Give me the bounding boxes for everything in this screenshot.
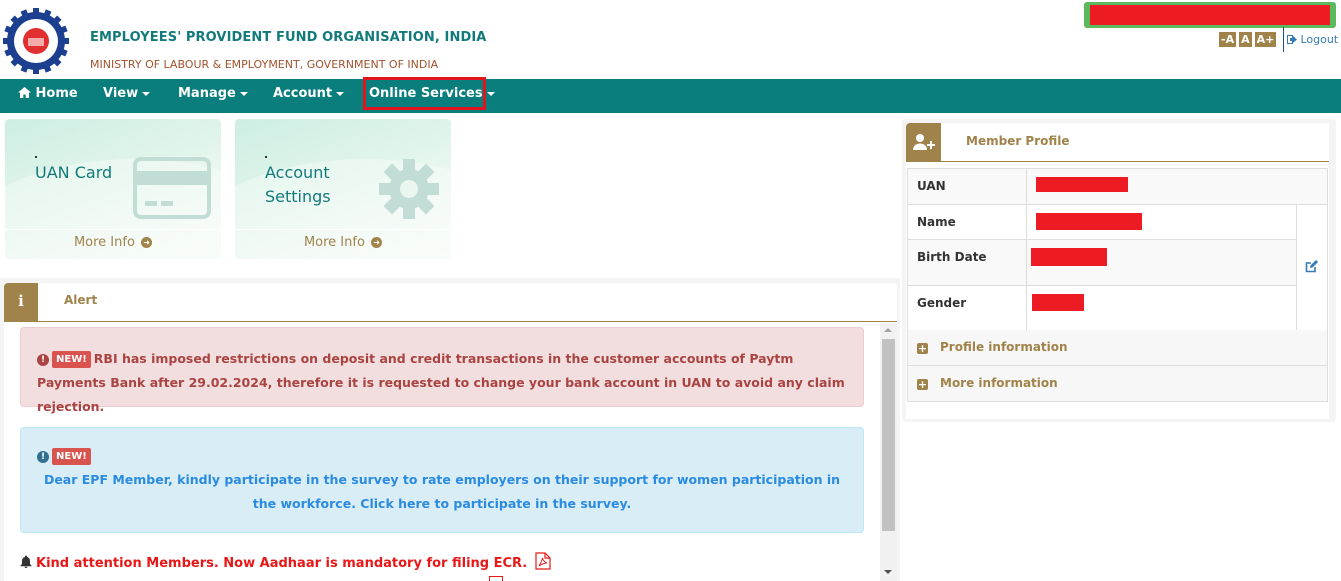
profile-information-label: Profile information [940, 340, 1068, 354]
uan-card-more-info-link[interactable]: More Info ➜ [5, 229, 221, 259]
alert-scroll-area[interactable]: ! NEW! RBI has imposed restrictions on dep… [4, 323, 880, 581]
redacted-birth-date [1031, 248, 1107, 266]
uan-label: UAN [907, 168, 1027, 205]
credit-card-icon [133, 157, 211, 219]
nav-view[interactable]: View [103, 79, 151, 113]
caret-down-icon [486, 91, 495, 96]
table-row: Name [907, 204, 1328, 331]
survey-alert[interactable]: ! NEW! Dear EPF Member, kindly participat… [20, 427, 864, 533]
paytm-alert-text: RBI has imposed restrictions on deposit … [37, 351, 845, 414]
user-name-box [1084, 2, 1336, 28]
birth-date-label: Birth Date [907, 239, 1027, 286]
aadhaar-notice-text: Kind attention Members. Now Aadhaar is m… [36, 556, 528, 571]
home-icon [18, 87, 31, 98]
pdf-icon[interactable] [489, 576, 503, 581]
user-plus-icon [906, 123, 941, 162]
tile-title-line: Account [265, 163, 330, 182]
account-settings-tile[interactable]: Account Settings More Info ➜ [235, 119, 451, 259]
table-row: Birth Date [907, 239, 1328, 286]
scroll-up-arrow-icon[interactable] [884, 328, 892, 332]
nav-home-label: Home [35, 86, 78, 101]
org-title: EMPLOYEES' PROVIDENT FUND ORGANISATION, … [90, 30, 487, 45]
pdf-icon[interactable] [535, 552, 551, 570]
caret-down-icon [239, 91, 248, 96]
nav-account[interactable]: Account [273, 79, 345, 113]
member-profile-header: Member Profile [906, 123, 1329, 162]
uan-card-tile[interactable]: UAN Card More Info ➜ [5, 119, 221, 259]
scrollbar-thumb[interactable] [882, 339, 895, 531]
font-decrease-button[interactable]: -A [1219, 32, 1237, 47]
tile-dot [265, 156, 267, 158]
nav-home[interactable]: Home [18, 79, 78, 113]
tile-title: Account Settings [265, 161, 331, 209]
header-divider [1283, 27, 1284, 52]
sign-out-icon [1287, 35, 1297, 44]
new-badge: NEW! [52, 351, 91, 368]
alert-panel-header: i Alert [4, 283, 897, 322]
birth-date-value [1026, 239, 1297, 286]
name-label: Name [907, 204, 1027, 240]
alert-panel: i Alert ! NEW! RBI has imposed restriction… [4, 283, 897, 581]
plus-square-icon: + [917, 342, 928, 355]
paytm-alert: ! NEW! RBI has imposed restrictions on dep… [20, 327, 864, 414]
info-icon: i [4, 283, 38, 322]
edit-icon[interactable] [1305, 259, 1318, 273]
table-row: Gender [907, 285, 1328, 331]
gender-value [1026, 285, 1297, 331]
tile-title-line: Settings [265, 187, 331, 206]
gear-icon [379, 159, 439, 219]
member-profile-title: Member Profile [966, 134, 1070, 148]
caret-down-icon [336, 91, 345, 96]
redacted-uan [1036, 177, 1128, 192]
font-reset-button[interactable]: A [1239, 32, 1252, 47]
nav-manage[interactable]: Manage [178, 79, 248, 113]
member-profile-table: UAN Name Birth Date Gender [907, 168, 1328, 331]
tile-dot [35, 156, 37, 158]
bell-icon [20, 555, 32, 568]
logout-label: Logout [1300, 33, 1339, 46]
font-increase-button[interactable]: A+ [1254, 32, 1277, 47]
scroll-down-arrow-icon[interactable] [884, 570, 892, 574]
epfo-emblem-icon[interactable] [3, 8, 69, 74]
more-info-label: More Info [73, 235, 135, 250]
exclamation-circle-icon: ! [37, 451, 49, 463]
org-subtitle: MINISTRY OF LABOUR & EMPLOYMENT, GOVERNM… [90, 58, 439, 71]
nav-account-label: Account [273, 86, 333, 101]
more-information-toggle[interactable]: + More information [907, 366, 1328, 402]
exclamation-circle-icon: ! [37, 354, 49, 366]
more-information-label: More information [940, 376, 1058, 390]
nav-manage-label: Manage [178, 86, 236, 101]
logout-link[interactable]: Logout [1287, 33, 1338, 46]
survey-link[interactable]: Dear EPF Member, kindly participate in t… [37, 468, 847, 516]
new-badge: NEW! [52, 448, 91, 465]
redacted-name [1036, 213, 1142, 230]
font-size-controls: -A A A+ [1219, 32, 1277, 47]
edit-cell [1296, 204, 1328, 331]
redacted-user-name [1090, 5, 1330, 25]
profile-information-toggle[interactable]: + Profile information [907, 330, 1328, 366]
aadhaar-notice: Kind attention Members. Now Aadhaar is m… [20, 552, 551, 571]
table-row: UAN [907, 168, 1328, 205]
tile-title: UAN Card [35, 161, 112, 185]
plus-square-icon: + [917, 378, 928, 391]
site-header: EMPLOYEES' PROVIDENT FUND ORGANISATION, … [0, 0, 1341, 79]
more-info-label: More Info [303, 235, 365, 250]
alert-scrollbar[interactable] [880, 323, 897, 581]
main-navbar: Home View Manage Account Online Services [0, 79, 1341, 113]
arrow-circle-right-icon: ➜ [371, 237, 383, 248]
alert-panel-title: Alert [64, 293, 98, 307]
user-plus-glyph [913, 134, 935, 150]
online-services-highlight [363, 77, 486, 110]
tile-title-line: UAN Card [35, 163, 113, 182]
name-value [1026, 204, 1297, 240]
member-profile-panel: Member Profile UAN Name Birth Date Gende… [906, 123, 1329, 419]
nav-view-label: View [103, 86, 139, 101]
gender-label: Gender [907, 285, 1027, 331]
caret-down-icon [142, 91, 151, 96]
redacted-gender [1032, 294, 1084, 311]
account-settings-more-info-link[interactable]: More Info ➜ [235, 229, 451, 259]
uan-value [1026, 168, 1328, 205]
arrow-circle-right-icon: ➜ [141, 237, 153, 248]
